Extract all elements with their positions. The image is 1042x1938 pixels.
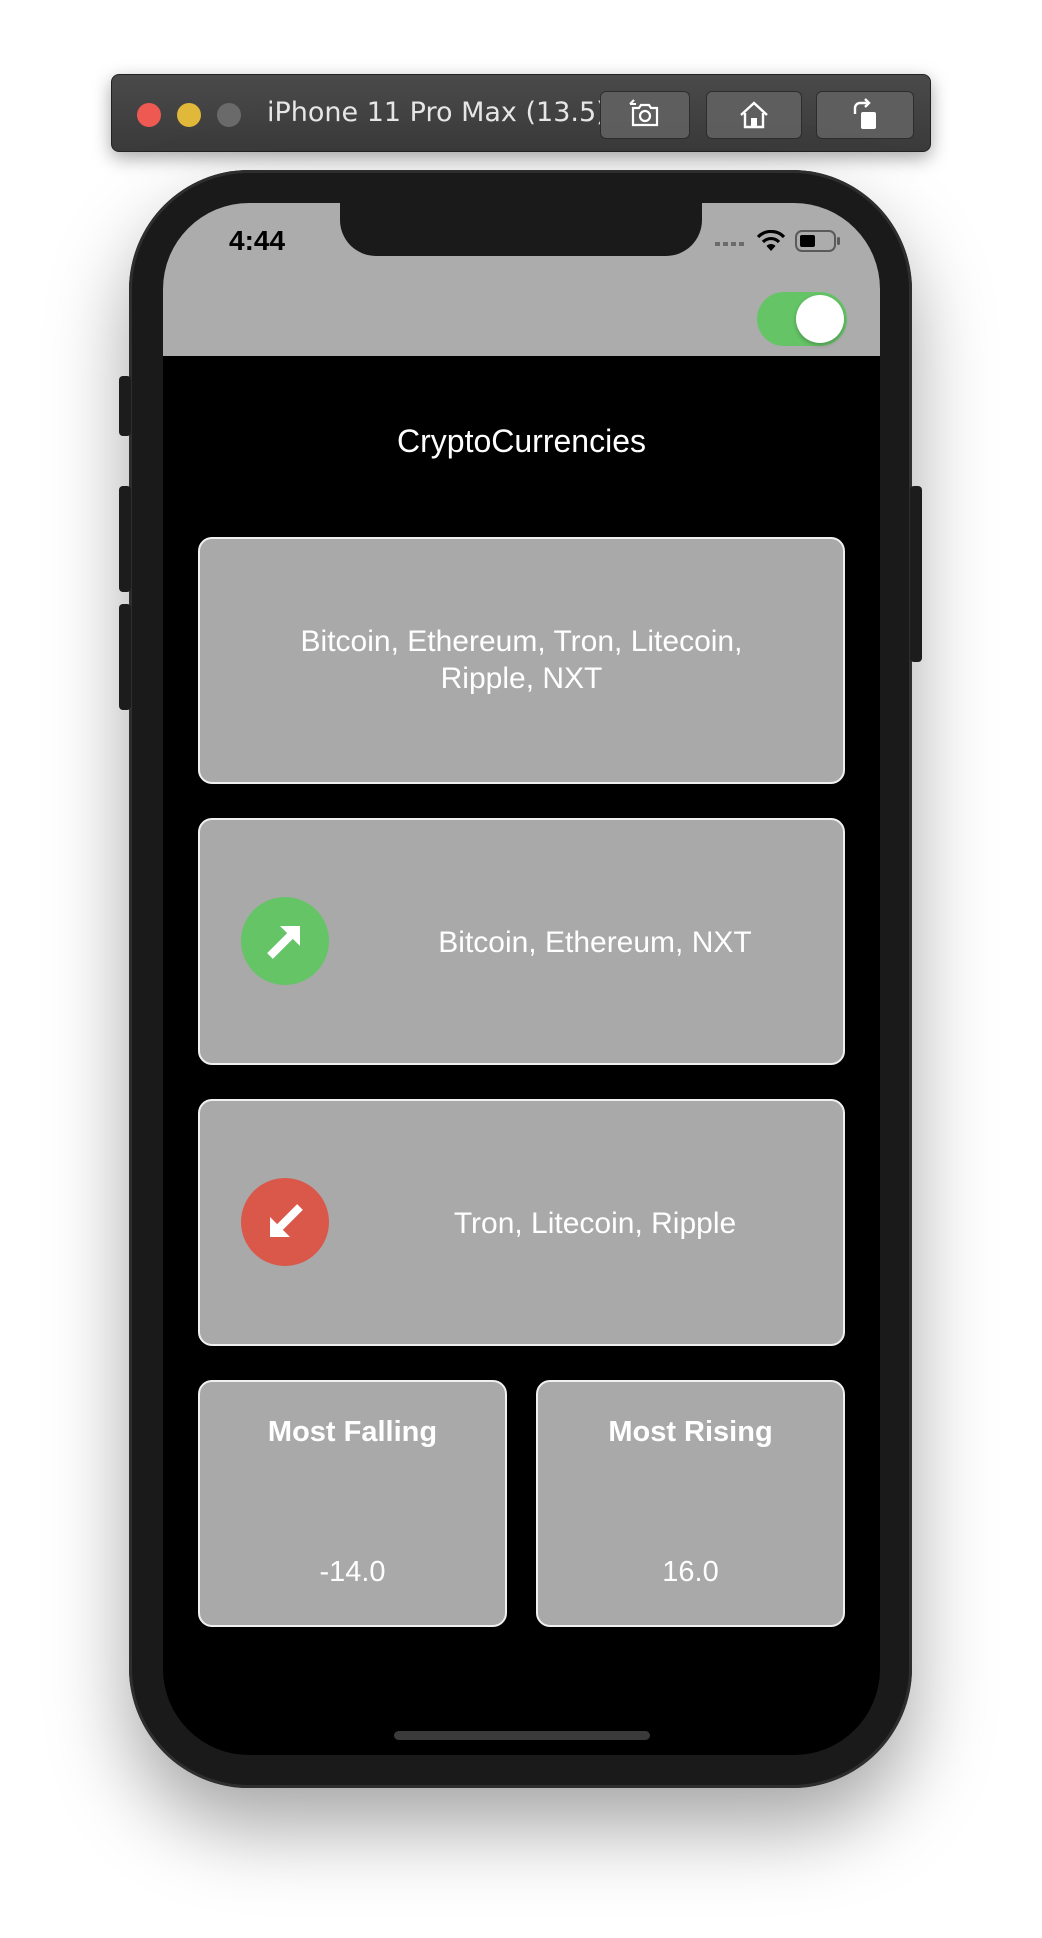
screenshot-icon (629, 99, 659, 127)
wifi-icon (757, 230, 785, 251)
cellular-icon (715, 242, 744, 246)
falling-currencies-text: Tron, Litecoin, Ripple (453, 1207, 737, 1240)
device-screen: 4:44 CryptoCurrencies Bitcoin, Ethereum,… (163, 203, 880, 1755)
window-zoom-button[interactable] (217, 103, 241, 127)
most-rising-card[interactable]: Most Rising 16.0 (536, 1380, 845, 1627)
rising-currencies-text: Bitcoin, Ethereum, NXT (438, 926, 752, 959)
home-indicator[interactable] (394, 1731, 650, 1740)
falling-currencies-card[interactable]: Tron, Litecoin, Ripple (198, 1099, 845, 1346)
notch (340, 203, 702, 256)
arrow-down-left-icon (270, 1204, 303, 1237)
mute-switch (119, 376, 131, 436)
status-icons (715, 229, 841, 253)
theme-toggle-switch[interactable] (757, 292, 847, 346)
rotate-button[interactable] (816, 91, 914, 139)
battery-icon (795, 230, 840, 252)
rotate-icon (853, 98, 876, 129)
all-currencies-text: Bitcoin, Ethereum, Tron, Litecoin, Rippl… (300, 625, 743, 695)
most-rising-label: Most Rising (608, 1416, 773, 1448)
home-icon (740, 101, 768, 129)
arrow-up-right-icon (267, 926, 300, 959)
simulator-toolbar: iPhone 11 Pro Max (13.5) (111, 74, 931, 152)
window-minimize-button[interactable] (177, 103, 201, 127)
most-falling-label: Most Falling (267, 1416, 438, 1448)
rising-badge (241, 897, 329, 985)
volume-down-button (119, 604, 131, 710)
most-rising-value: 16.0 (662, 1556, 719, 1588)
volume-up-button (119, 486, 131, 592)
toggle-knob (796, 295, 844, 343)
home-button[interactable] (706, 91, 802, 139)
window-close-button[interactable] (137, 103, 161, 127)
falling-badge (241, 1178, 329, 1266)
most-falling-card[interactable]: Most Falling -14.0 (198, 1380, 507, 1627)
screenshot-button[interactable] (600, 91, 690, 139)
simulator-title: iPhone 11 Pro Max (13.5) (267, 97, 607, 128)
all-currencies-card[interactable]: Bitcoin, Ethereum, Tron, Litecoin, Rippl… (198, 537, 845, 784)
most-falling-value: -14.0 (319, 1556, 386, 1588)
power-button (910, 486, 922, 662)
page-title: CryptoCurrencies (397, 423, 646, 459)
rising-currencies-card[interactable]: Bitcoin, Ethereum, NXT (198, 818, 845, 1065)
status-time: 4:44 (229, 225, 286, 256)
